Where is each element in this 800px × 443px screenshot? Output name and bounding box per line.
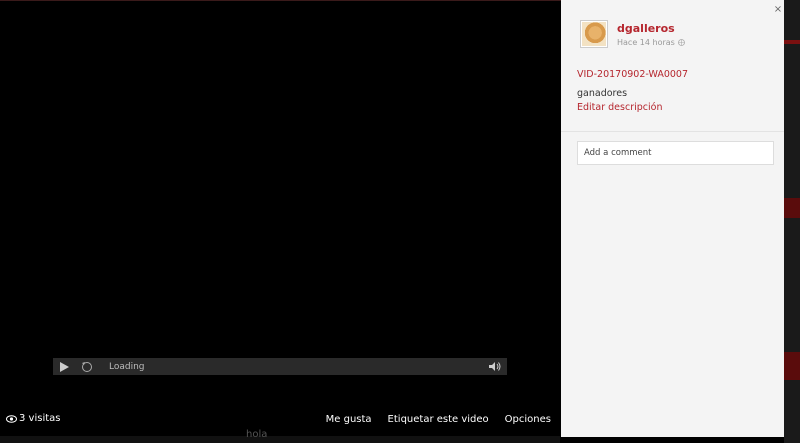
- globe-icon: [677, 39, 685, 46]
- view-count: 3 visitas: [6, 413, 60, 424]
- video-area[interactable]: [0, 1, 560, 401]
- divider: [561, 131, 784, 132]
- play-icon: [59, 361, 69, 372]
- post-time: Hace 14 horas: [617, 38, 685, 47]
- background-accent: [784, 40, 800, 44]
- background-accent: [784, 198, 800, 218]
- post-time-label: Hace 14 horas: [617, 38, 675, 47]
- replay-button[interactable]: [79, 358, 95, 375]
- options-button[interactable]: Opciones: [505, 414, 551, 425]
- comment-input[interactable]: Add a comment: [577, 141, 774, 165]
- background-text: hola: [246, 429, 268, 440]
- player-control-bar: Loading: [53, 358, 507, 375]
- close-icon[interactable]: ×: [772, 4, 784, 16]
- background-page-bottom: [0, 436, 560, 443]
- video-title[interactable]: VID-20170902-WA0007: [577, 69, 688, 80]
- username-link[interactable]: dgalleros: [617, 22, 675, 35]
- loading-status: Loading: [109, 361, 145, 372]
- avatar[interactable]: [580, 20, 608, 48]
- video-description: ganadores: [577, 88, 628, 99]
- eye-icon: [6, 414, 17, 423]
- background-accent: [784, 352, 800, 380]
- view-count-label: 3 visitas: [19, 413, 61, 424]
- like-button[interactable]: Me gusta: [326, 414, 372, 425]
- tag-video-button[interactable]: Etiquetar este video: [388, 414, 489, 425]
- volume-icon[interactable]: [489, 361, 501, 372]
- edit-description-link[interactable]: Editar descripción: [577, 102, 662, 113]
- play-button[interactable]: [55, 358, 73, 375]
- replay-icon: [82, 361, 92, 372]
- video-actions: Me gusta Etiquetar este video Opciones: [326, 414, 551, 425]
- avatar-image: [582, 22, 606, 46]
- info-panel: × dgalleros Hace 14 horas VID-20170902-W…: [561, 0, 784, 437]
